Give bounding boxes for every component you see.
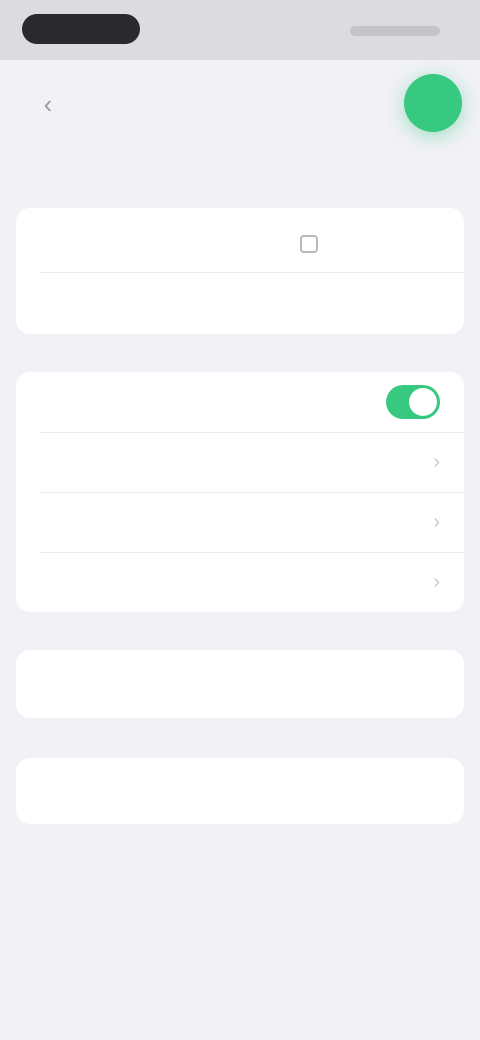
chevron-right-icon: › [433,511,440,533]
row-value [300,235,440,253]
notes-input[interactable] [40,650,440,718]
detail-row[interactable] [16,272,464,332]
row-label [40,513,100,531]
back-icon[interactable]: ‹ [36,91,60,117]
detail-row[interactable] [16,214,464,274]
page-title [22,160,242,196]
option-row[interactable]: › [16,552,464,612]
row-value [300,294,440,310]
action-card[interactable] [16,758,464,824]
option-row[interactable]: › [16,432,464,492]
toggle-knob [409,388,437,416]
row-label [40,453,100,471]
row-label [40,235,100,253]
details-card [16,208,464,334]
status-bar [0,0,480,60]
chevron-right-icon: › [433,451,440,473]
options-card: › › › [16,372,464,612]
option-row[interactable]: › [16,492,464,552]
calendar-icon [300,235,318,253]
add-button[interactable] [404,74,462,132]
action-link[interactable] [50,780,190,798]
toggle-row [16,372,464,432]
row-label [40,573,100,591]
chevron-right-icon: › [433,571,440,593]
toggle-switch[interactable] [386,385,440,419]
row-label [40,393,100,411]
notes-card [16,650,464,718]
status-time [22,14,140,44]
status-indicators [350,26,440,36]
row-label [40,293,100,311]
